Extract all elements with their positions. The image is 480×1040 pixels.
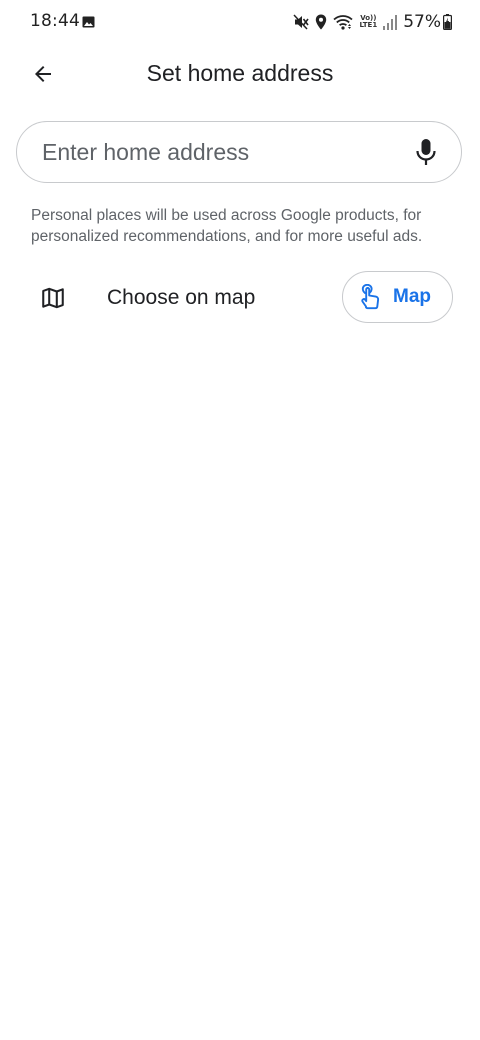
tap-icon	[361, 284, 380, 310]
page-title: Set home address	[146, 60, 334, 86]
status-bar: 18:44 Vo)) LTE1 57%	[0, 0, 480, 44]
voice-search-button[interactable]	[405, 131, 447, 173]
gallery-icon	[82, 16, 95, 28]
choose-on-map-label: Choose on map	[107, 286, 256, 309]
map-button[interactable]: Map	[342, 271, 453, 323]
choose-on-map-row[interactable]: Choose on map Map	[0, 268, 480, 328]
app-bar: Set home address	[0, 44, 480, 104]
battery-icon	[443, 14, 452, 30]
microphone-icon	[416, 139, 436, 165]
status-time: 18:44	[30, 11, 80, 31]
battery-percent: 57%	[403, 12, 441, 32]
search-input[interactable]	[42, 122, 402, 182]
signal-icon	[383, 14, 398, 30]
personal-places-disclaimer: Personal places will be used across Goog…	[31, 207, 423, 245]
screen: 18:44 Vo)) LTE1 57% Set home address Ent…	[0, 0, 480, 1040]
mute-icon	[293, 14, 310, 30]
status-icons: Vo)) LTE1 57%	[287, 12, 452, 32]
volte-indicator: Vo)) LTE1	[359, 14, 378, 29]
location-icon	[316, 14, 327, 30]
map-icon	[42, 287, 64, 309]
search-box[interactable]	[16, 121, 462, 183]
map-button-label: Map	[393, 286, 431, 307]
wifi-icon	[333, 15, 354, 30]
